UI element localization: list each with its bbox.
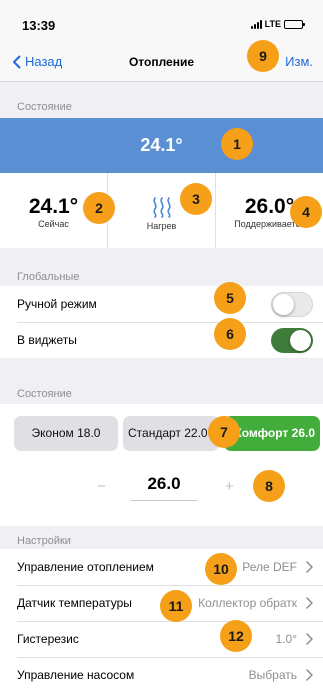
annotation-badge-1: 1 <box>221 128 253 160</box>
temperature-sensor-value: Коллектор обратк <box>198 596 297 610</box>
manual-mode-row: Ручной режим <box>0 286 323 322</box>
toggle-knob <box>273 293 294 315</box>
in-widgets-label: В виджеты <box>17 333 77 347</box>
metrics-row: 24.1° Сейчас Нагрев 26.0° Поддерживается <box>0 173 323 248</box>
annotation-badge-12: 12 <box>220 620 252 652</box>
pump-control-value: Выбрать <box>248 668 297 682</box>
metric-mode-label: Нагрев <box>146 221 177 231</box>
status-bar: 13:39 LTE <box>0 0 323 44</box>
current-temperature-banner: 24.1° <box>0 118 323 173</box>
presets-section-header: Состояние <box>17 388 72 400</box>
decrement-button[interactable]: − <box>97 478 106 495</box>
heating-control-label: Управление отоплением <box>17 560 154 574</box>
in-widgets-toggle[interactable] <box>271 327 313 353</box>
pump-control-label: Управление насосом <box>17 668 135 682</box>
annotation-badge-10: 10 <box>205 553 237 585</box>
hysteresis-row[interactable]: Гистерезис 1.0° <box>0 621 323 657</box>
annotation-badge-2: 2 <box>83 192 115 224</box>
annotation-badge-5: 5 <box>214 282 246 314</box>
chevron-right-icon <box>306 633 313 645</box>
chevron-left-icon <box>13 55 21 68</box>
toggle-knob <box>290 329 311 351</box>
annotation-badge-11: 11 <box>160 590 192 622</box>
battery-icon <box>284 19 305 29</box>
hysteresis-value: 1.0° <box>275 632 297 646</box>
back-button[interactable]: Назад <box>12 54 62 69</box>
network-label: LTE <box>264 19 281 29</box>
in-widgets-row: В виджеты <box>0 322 323 358</box>
settings-section-header: Настройки <box>17 535 71 547</box>
global-settings-group: Ручной режим В виджеты <box>0 286 323 358</box>
annotation-badge-4: 4 <box>290 196 322 228</box>
state-section-header: Состояние <box>17 101 72 113</box>
preset-economy-button[interactable]: Эконом 18.0 <box>14 416 118 451</box>
annotation-badge-3: 3 <box>180 183 212 215</box>
chevron-right-icon <box>306 597 313 609</box>
heating-control-value: Реле DEF <box>242 560 297 574</box>
chevron-right-icon <box>306 669 313 681</box>
chevron-right-icon <box>306 561 313 573</box>
manual-mode-label: Ручной режим <box>17 297 97 311</box>
back-button-label: Назад <box>25 54 63 69</box>
manual-mode-toggle[interactable] <box>271 291 313 317</box>
pump-control-row[interactable]: Управление насосом Выбрать <box>0 657 323 690</box>
annotation-badge-9: 9 <box>247 40 279 72</box>
heat-waves-icon <box>152 197 171 218</box>
increment-button[interactable]: + <box>225 478 234 495</box>
status-time: 13:39 <box>22 18 56 33</box>
heating-control-row[interactable]: Управление отоплением Реле DEF <box>0 549 323 585</box>
target-temperature-value[interactable]: 26.0 <box>130 474 198 501</box>
status-indicators: LTE <box>250 19 305 29</box>
preset-standard-button[interactable]: Стандарт 22.0 <box>123 416 219 451</box>
edit-button[interactable]: Изм. <box>285 54 313 69</box>
global-section-header: Глобальные <box>17 271 80 283</box>
annotation-badge-8: 8 <box>253 470 285 502</box>
presets-panel: Эконом 18.0 Стандарт 22.0 Комфорт 26.0 −… <box>0 404 323 526</box>
signal-icon <box>250 19 262 29</box>
settings-group: Управление отоплением Реле DEF Датчик те… <box>0 549 323 690</box>
annotation-badge-6: 6 <box>214 318 246 350</box>
temperature-sensor-label: Датчик температуры <box>17 596 132 610</box>
annotation-badge-7: 7 <box>208 416 240 448</box>
hysteresis-label: Гистерезис <box>17 632 79 646</box>
